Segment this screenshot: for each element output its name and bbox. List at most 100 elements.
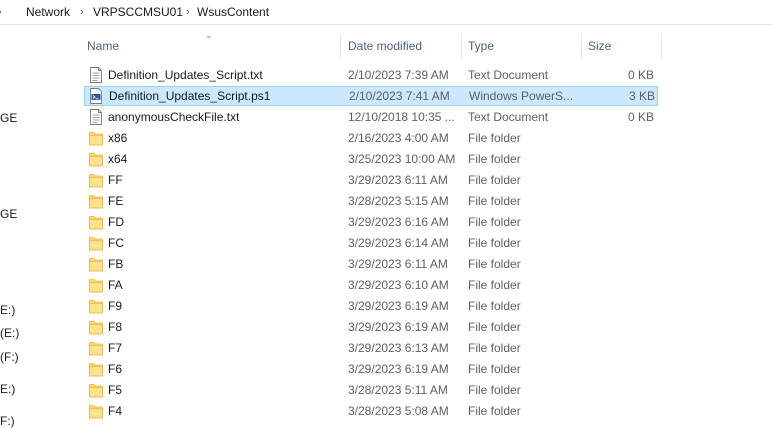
file-size <box>584 254 654 274</box>
file-name: F6 <box>108 362 123 376</box>
folder-icon <box>89 130 103 146</box>
file-type: Windows PowerS... <box>469 89 574 103</box>
file-type: File folder <box>468 404 521 418</box>
nav-item-label[interactable]: (F:) <box>0 350 19 364</box>
file-date-modified: 3/28/2023 5:08 AM <box>348 404 449 418</box>
file-name: anonymousCheckFile.txt <box>108 110 240 124</box>
navigation-pane[interactable]: GE GE E:) (E:) (F:) E:) F:) <box>0 25 70 428</box>
chevron-right-icon[interactable]: › <box>80 4 84 20</box>
nav-item-label[interactable]: F:) <box>0 414 15 428</box>
file-name: F8 <box>108 320 123 334</box>
file-date-modified: 3/29/2023 6:11 AM <box>348 257 448 271</box>
nav-item-label[interactable]: GE <box>0 207 17 221</box>
folder-icon <box>89 403 103 419</box>
file-name: FD <box>108 215 124 229</box>
file-date-modified: 3/29/2023 6:19 AM <box>348 299 449 313</box>
file-date-modified: 3/29/2023 6:13 AM <box>348 341 449 355</box>
file-type: File folder <box>468 278 521 292</box>
file-row[interactable]: F5 3/28/2023 5:11 AM File folder <box>84 380 658 400</box>
folder-icon <box>89 298 103 314</box>
file-name: FB <box>108 257 124 271</box>
file-date-modified: 3/25/2023 10:00 AM <box>348 152 456 166</box>
file-name: FE <box>108 194 124 208</box>
file-date-modified: 3/28/2023 5:15 AM <box>348 194 449 208</box>
file-row[interactable]: F8 3/29/2023 6:19 AM File folder <box>84 317 658 337</box>
folder-icon <box>89 256 103 272</box>
file-name: F9 <box>108 299 123 313</box>
file-type: File folder <box>468 299 521 313</box>
file-size <box>584 359 654 379</box>
file-row[interactable]: FD 3/29/2023 6:16 AM File folder <box>84 212 658 232</box>
file-row[interactable]: F7 3/29/2023 6:13 AM File folder <box>84 338 658 358</box>
folder-icon <box>89 235 103 251</box>
breadcrumb-network[interactable]: Network <box>26 4 70 20</box>
file-name: Definition_Updates_Script.ps1 <box>109 89 271 103</box>
file-row[interactable]: FC 3/29/2023 6:14 AM File folder <box>84 233 658 253</box>
nav-item-label[interactable]: GE <box>0 111 17 125</box>
file-row[interactable]: FB 3/29/2023 6:11 AM File folder <box>84 254 658 274</box>
file-name: Definition_Updates_Script.txt <box>108 68 263 82</box>
chevron-right-icon[interactable]: › <box>186 4 190 20</box>
folder-icon <box>89 193 103 209</box>
breadcrumb-wsuscontent[interactable]: WsusContent <box>197 4 269 20</box>
column-header-name[interactable]: Name <box>80 35 340 59</box>
nav-item-label[interactable]: E:) <box>0 382 15 396</box>
column-header-date-modified[interactable]: Date modified <box>341 35 461 59</box>
file-date-modified: 2/16/2023 4:00 AM <box>348 131 449 145</box>
file-row[interactable]: F6 3/29/2023 6:19 AM File folder <box>84 359 658 379</box>
file-row[interactable]: FF 3/29/2023 6:11 AM File folder <box>84 170 658 190</box>
folder-icon <box>89 214 103 230</box>
file-row[interactable]: x86 2/16/2023 4:00 AM File folder <box>84 128 658 148</box>
file-type: File folder <box>468 320 521 334</box>
text-document-icon <box>89 67 103 83</box>
folder-icon <box>89 151 103 167</box>
folder-icon <box>89 319 103 335</box>
file-date-modified: 3/29/2023 6:19 AM <box>348 320 449 334</box>
nav-item-label[interactable]: E:) <box>0 303 15 317</box>
file-size <box>584 212 654 232</box>
file-type: File folder <box>468 131 521 145</box>
file-size: 3 KB <box>628 89 655 103</box>
powershell-script-icon <box>89 88 103 104</box>
folder-icon <box>89 172 103 188</box>
file-type: File folder <box>468 341 521 355</box>
column-header-type[interactable]: Type <box>461 35 581 59</box>
nav-item-label[interactable]: (E:) <box>0 326 19 340</box>
file-row[interactable]: anonymousCheckFile.txt 12/10/2018 10:35 … <box>84 107 658 127</box>
file-name: F7 <box>108 341 123 355</box>
file-size: 0 KB <box>627 68 654 82</box>
column-header-size[interactable]: Size <box>581 35 661 59</box>
file-row[interactable]: x64 3/25/2023 10:00 AM File folder <box>84 149 658 169</box>
file-row[interactable]: FE 3/28/2023 5:15 AM File folder <box>84 191 658 211</box>
file-type: File folder <box>468 173 521 187</box>
file-date-modified: 12/10/2018 10:35 ... <box>348 110 455 124</box>
file-row[interactable]: F9 3/29/2023 6:19 AM File folder <box>84 296 658 316</box>
file-date-modified: 3/29/2023 6:11 AM <box>348 173 448 187</box>
file-name: FF <box>108 173 123 187</box>
file-size <box>584 380 654 400</box>
folder-icon <box>89 382 103 398</box>
file-date-modified: 3/29/2023 6:10 AM <box>348 278 449 292</box>
file-type: File folder <box>468 383 521 397</box>
file-type: Text Document <box>468 110 549 124</box>
file-size <box>584 170 654 190</box>
file-type: File folder <box>468 236 521 250</box>
file-name: FA <box>108 278 123 292</box>
file-name: F5 <box>108 383 123 397</box>
file-date-modified: 2/10/2023 7:39 AM <box>348 68 449 82</box>
folder-icon <box>89 277 103 293</box>
file-size <box>584 128 654 148</box>
address-bar[interactable]: › Network › VRPSCCMSU01 › WsusContent <box>0 0 773 25</box>
file-name: x86 <box>108 131 128 145</box>
file-row[interactable]: F4 3/28/2023 5:08 AM File folder <box>84 401 658 421</box>
file-row[interactable]: FA 3/29/2023 6:10 AM File folder <box>84 275 658 295</box>
file-size <box>584 317 654 337</box>
file-row[interactable]: Definition_Updates_Script.txt 2/10/2023 … <box>84 65 658 85</box>
breadcrumb-vrpsccmsu01[interactable]: VRPSCCMSU01 <box>93 4 183 20</box>
column-separator[interactable] <box>661 35 662 59</box>
file-date-modified: 3/29/2023 6:16 AM <box>348 215 449 229</box>
file-size <box>584 401 654 421</box>
chevron-right-icon[interactable]: › <box>0 4 2 20</box>
file-row[interactable]: Definition_Updates_Script.ps1 2/10/2023 … <box>84 86 658 106</box>
file-type: File folder <box>468 257 521 271</box>
